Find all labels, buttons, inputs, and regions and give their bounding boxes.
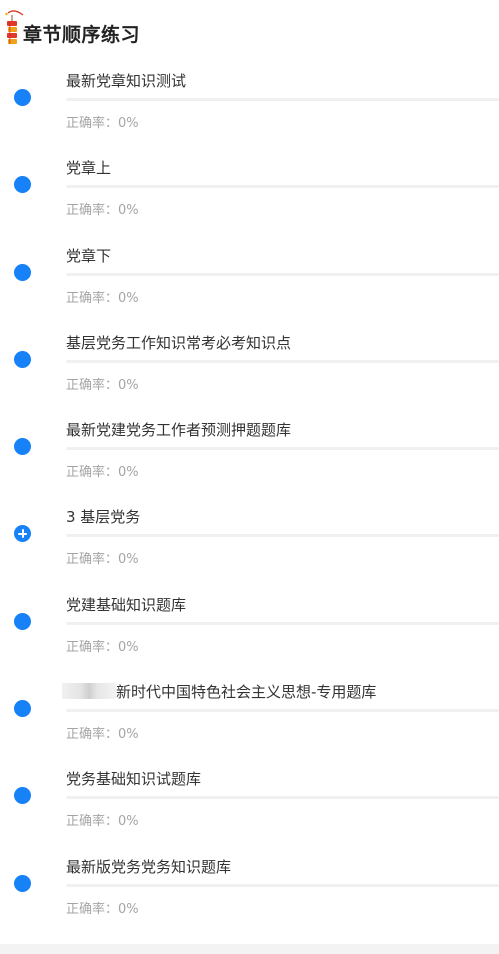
- chapter-name-text: 党务基础知识试题库: [66, 770, 202, 789]
- chapter-progress-bar: [66, 185, 499, 189]
- chapter-name: 新时代中国特色社会主义思想-专用题库: [62, 681, 377, 702]
- page-title: 章节顺序练习: [23, 24, 141, 46]
- bullet-dot-icon: [14, 176, 31, 194]
- accuracy-text: 正确率：0%: [66, 548, 139, 567]
- chapter-practice-page: 章节顺序练习 最新党章知识测试 正确率：0% 党章上 正确率：0% 党章下 正确率：0% 基…: [0, 0, 499, 954]
- chapter-progress-bar: [66, 621, 499, 625]
- accuracy-value: 0%: [118, 203, 139, 219]
- accuracy-value: 0%: [118, 465, 139, 481]
- chapter-name-text: 党章上: [66, 159, 112, 178]
- accuracy-value: 0%: [118, 552, 139, 568]
- accuracy-value: 0%: [118, 290, 139, 306]
- bullet-dot-icon: [14, 874, 31, 892]
- bullet-dot-icon: [14, 787, 31, 805]
- chapter-name-text: 3 基层党务: [66, 508, 141, 527]
- bullet-dot-icon: [14, 263, 31, 281]
- chapter-progress-bar: [66, 796, 499, 800]
- chapter-item[interactable]: 党章上正确率：0%: [0, 141, 499, 228]
- chapter-progress-bar: [66, 98, 499, 101]
- accuracy-label: 正确率：: [66, 290, 119, 306]
- bullet-dot-icon: [14, 89, 31, 106]
- accuracy-value: 0%: [118, 901, 139, 917]
- accuracy-label: 正确率：: [66, 814, 119, 830]
- accuracy-text: 正确率：0%: [66, 723, 139, 742]
- accuracy-label: 正确率：: [66, 639, 119, 655]
- chapter-name-text: 最新党建党务工作者预测押题题库: [66, 421, 292, 440]
- accuracy-text: 正确率：0%: [66, 898, 139, 917]
- chapter-name: 党章下: [66, 245, 111, 266]
- chapter-name: 3 基层党务: [66, 506, 140, 527]
- firecracker-icon: [5, 10, 24, 44]
- chapter-item[interactable]: 最新党章知识测试 正确率：0%: [0, 54, 499, 141]
- chapter-item[interactable]: 新时代中国特色社会主义思想-专用题库正确率：0%: [0, 665, 499, 752]
- accuracy-text: 正确率：0%: [66, 287, 139, 306]
- chapter-progress-bar: [66, 883, 499, 887]
- chapter-item[interactable]: 基层党务工作知识常考必考知识点 正确率：0%: [0, 316, 499, 403]
- chapter-list: 最新党章知识测试 正确率：0% 党章上 正确率：0% 党章下 正确率：0% 基层党务工作知识…: [0, 54, 499, 927]
- bullet-dot-icon: [14, 700, 31, 718]
- chapter-item[interactable]: 3 基层党务 正确率：0%: [0, 490, 499, 577]
- chapter-item[interactable]: 最新党建党务工作者预测押题题库 正确率：0%: [0, 403, 499, 490]
- chapter-progress-bar: [66, 359, 499, 363]
- chapter-progress-bar: [66, 272, 499, 276]
- accuracy-text: 正确率：0%: [66, 810, 139, 829]
- accuracy-value: 0%: [118, 639, 139, 655]
- chapter-name: 最新党章知识测试: [66, 70, 186, 91]
- chapter-item[interactable]: 党建基础知识题库 正确率：0%: [0, 578, 499, 665]
- chapter-progress-bar: [66, 709, 499, 713]
- chapter-progress-bar: [66, 447, 499, 451]
- chapter-name-text: 新时代中国特色社会主义思想-专用题库: [116, 683, 377, 702]
- chapter-name-text: 最新党章知识测试: [66, 72, 187, 90]
- accuracy-label: 正确率：: [66, 203, 119, 219]
- chapter-progress-bar: [66, 534, 499, 538]
- accuracy-label: 正确率：: [66, 901, 119, 917]
- bottom-divider: [0, 944, 499, 954]
- chapter-name: 最新党建党务工作者预测押题题库: [66, 419, 291, 440]
- expand-plus-icon[interactable]: [14, 525, 31, 543]
- chapter-name: 最新版党务党务知识题库: [66, 856, 231, 877]
- accuracy-text: 正确率：0%: [66, 461, 139, 480]
- chapter-item[interactable]: 最新版党务党务知识题库 正确率：0%: [0, 840, 499, 927]
- chapter-name-text: 党建基础知识题库: [66, 595, 187, 614]
- accuracy-label: 正确率：: [66, 552, 119, 568]
- accuracy-value: 0%: [118, 727, 139, 743]
- accuracy-text: 正确率：0%: [66, 112, 139, 131]
- accuracy-value: 0%: [118, 377, 139, 393]
- bullet-dot-icon: [14, 438, 31, 456]
- chapter-name: 党章上: [66, 157, 111, 178]
- chapter-item[interactable]: 党章下正确率：0%: [0, 229, 499, 316]
- accuracy-value: 0%: [118, 814, 139, 830]
- chapter-name: 党务基础知识试题库: [66, 768, 201, 789]
- chapter-name: 基层党务工作知识常考必考知识点: [66, 332, 291, 353]
- chapter-name: 党建基础知识题库: [66, 594, 186, 615]
- bullet-dot-icon: [14, 350, 31, 368]
- chapter-name-text: 最新版党务党务知识题库: [66, 857, 232, 876]
- accuracy-label: 正确率：: [66, 727, 119, 743]
- bullet-dot-icon: [14, 612, 31, 630]
- chapter-name-text: 基层党务工作知识常考必考知识点: [66, 333, 292, 352]
- accuracy-label: 正确率：: [66, 377, 119, 393]
- chapter-name-text: 党章下: [66, 246, 112, 265]
- accuracy-label: 正确率：: [66, 116, 119, 131]
- chapter-item[interactable]: 党务基础知识试题库 正确率：0%: [0, 752, 499, 839]
- accuracy-value: 0%: [118, 116, 139, 131]
- accuracy-text: 正确率：0%: [66, 199, 139, 218]
- accuracy-text: 正确率：0%: [66, 374, 139, 393]
- accuracy-text: 正确率：0%: [66, 636, 139, 655]
- accuracy-label: 正确率：: [66, 465, 119, 481]
- redacted-text: [62, 683, 116, 700]
